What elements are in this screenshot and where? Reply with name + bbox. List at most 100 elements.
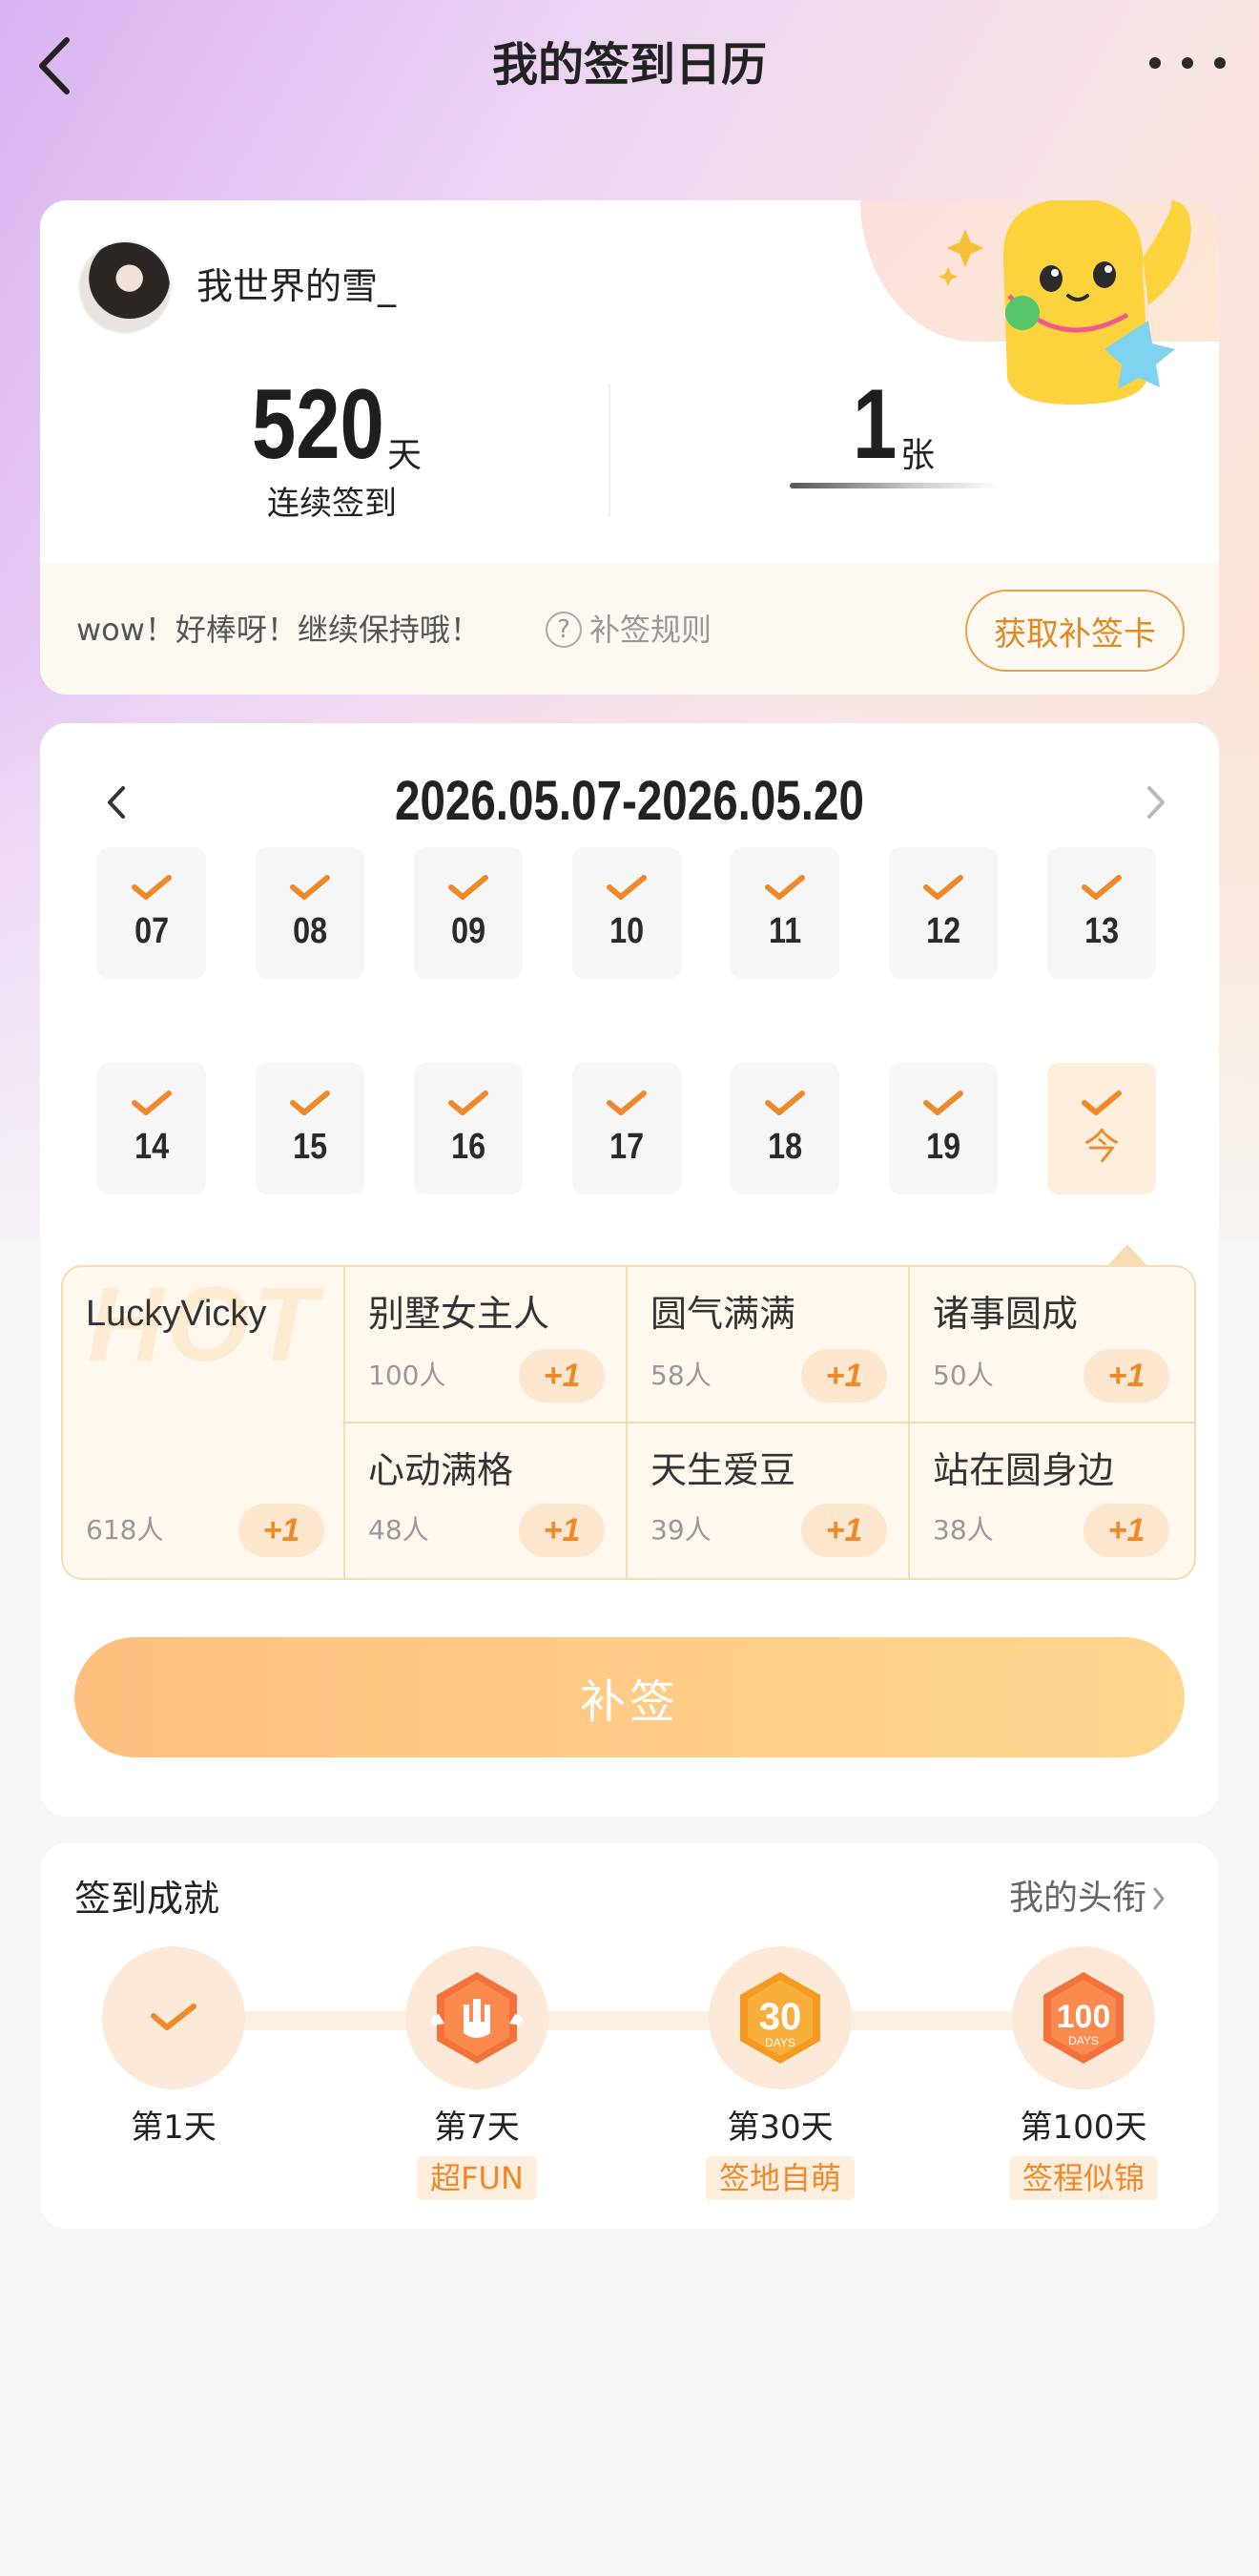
check-icon <box>607 1091 647 1115</box>
dot <box>1149 57 1161 69</box>
plus-one-button[interactable]: +1 <box>1084 1504 1169 1557</box>
plus-one-button[interactable]: +1 <box>238 1504 324 1557</box>
resign-button[interactable]: 补签 <box>74 1637 1185 1757</box>
title-option[interactable]: 诸事圆成 50人 +1 <box>910 1267 1194 1422</box>
title-option[interactable]: 心动满格 48人 +1 <box>345 1423 626 1578</box>
achievement-day-100[interactable]: 100 DAYS 第100天 签程似锦 <box>988 1946 1179 2200</box>
title-count: 39人 <box>650 1514 712 1546</box>
fun-hand-badge-icon <box>431 1972 523 2064</box>
achievement-badge <box>102 1946 245 2089</box>
title-name: 圆气满满 <box>650 1293 796 1335</box>
day-number: 14 <box>134 1127 169 1167</box>
day-cell[interactable]: 17 <box>572 1063 681 1195</box>
day-number: 19 <box>926 1127 960 1167</box>
achievement-day-7[interactable]: 第7天 超FUN <box>382 1946 572 2200</box>
title-option[interactable]: 别墅女主人 100人 +1 <box>345 1267 626 1422</box>
day-number: 16 <box>451 1127 485 1167</box>
achievement-day-1[interactable]: 第1天 <box>78 1946 269 2150</box>
check-icon <box>290 1091 330 1115</box>
day-cell[interactable]: 18 <box>731 1063 839 1195</box>
achievement-badge <box>405 1946 548 2089</box>
check-icon <box>765 1091 805 1115</box>
plus-one-button[interactable]: +1 <box>519 1349 605 1402</box>
cards-unit: 张 <box>900 436 936 475</box>
streak-label: 连续签到 <box>267 485 397 523</box>
achievement-badge: 30 DAYS <box>709 1946 852 2089</box>
achievement-tag: 签程似锦 <box>1008 2156 1158 2200</box>
check-icon <box>1082 875 1122 900</box>
streak-value: 520 <box>252 369 384 480</box>
day-cell[interactable]: 14 <box>97 1063 206 1195</box>
my-titles-link[interactable]: 我的头衔 <box>1009 1872 1166 1925</box>
title-option-featured[interactable]: LuckyVicky 618人 +1 <box>63 1267 343 1578</box>
next-week-button[interactable] <box>1127 769 1185 836</box>
cards-underline <box>790 483 1000 488</box>
day-number: 07 <box>134 911 169 951</box>
more-options-button[interactable] <box>1149 42 1226 84</box>
check-icon <box>290 875 330 900</box>
day-grid: 07 08 09 10 11 12 13 14 15 16 17 18 19 今 <box>97 847 1162 1195</box>
date-range-text: 2026.05.07-2026.05.20 <box>395 770 864 832</box>
check-icon <box>132 1091 172 1115</box>
title-count: 618人 <box>86 1514 164 1546</box>
title-name: 站在圆身边 <box>933 1449 1115 1491</box>
title-box-pointer <box>1106 1244 1148 1267</box>
achievement-day-label: 第100天 <box>1020 2109 1147 2147</box>
resign-rules-link[interactable]: ? 补签规则 <box>546 601 712 658</box>
day-number: 12 <box>926 911 960 951</box>
day-cell[interactable]: 09 <box>414 847 523 979</box>
achievements-title: 签到成就 <box>74 1878 220 1920</box>
achievement-day-label: 第30天 <box>727 2109 834 2147</box>
day-cell[interactable]: 07 <box>97 847 206 979</box>
plus-one-button[interactable]: +1 <box>801 1349 887 1402</box>
achievement-day-30[interactable]: 30 DAYS 第30天 签地自萌 <box>685 1946 876 2200</box>
check-icon <box>923 875 963 900</box>
day-number: 09 <box>451 911 485 951</box>
day-number: 10 <box>609 911 644 951</box>
badge-30-text: 30 <box>759 1996 802 2038</box>
day-cell[interactable]: 13 <box>1047 847 1156 979</box>
avatar[interactable] <box>78 240 172 334</box>
chevron-right-icon <box>1153 1887 1165 1910</box>
streak-stat: 520 天 <box>252 372 500 487</box>
plus-one-button[interactable]: +1 <box>519 1504 605 1557</box>
day-cell[interactable]: 16 <box>414 1063 523 1195</box>
plus-one-button[interactable]: +1 <box>1084 1349 1169 1402</box>
cards-value: 1 <box>853 369 898 480</box>
title-option[interactable]: 站在圆身边 38人 +1 <box>910 1423 1194 1578</box>
chevron-right-icon <box>1147 786 1165 819</box>
day-cell[interactable]: 15 <box>256 1063 364 1195</box>
title-name: 别墅女主人 <box>368 1293 550 1335</box>
day-cell[interactable]: 11 <box>731 847 839 979</box>
day-number: 17 <box>609 1127 644 1167</box>
achievement-tag: 签地自萌 <box>705 2156 855 2200</box>
day-cell[interactable]: 12 <box>889 847 998 979</box>
check-icon <box>765 875 805 900</box>
profile-card: 我世界的雪_ 520 天 连续签到 1 张 wow！好棒呀！继续保持哦！ ? 补… <box>40 200 1219 695</box>
check-icon <box>448 1091 488 1115</box>
day-cell-today[interactable]: 今 <box>1047 1063 1156 1195</box>
day-number: 11 <box>768 911 802 951</box>
title-count: 38人 <box>933 1514 994 1546</box>
date-range: 2026.05.07-2026.05.20 <box>40 763 1219 840</box>
check-icon <box>607 875 647 900</box>
dot <box>1214 57 1226 69</box>
get-resign-card-button[interactable]: 获取补签卡 <box>965 590 1185 672</box>
achievements-card: 签到成就 我的头衔 第1天 第7天 超FUN 30 DAYS 第30天 签地自萌… <box>40 1843 1219 2229</box>
achievement-track <box>145 2011 1118 2030</box>
plus-one-button[interactable]: +1 <box>801 1504 887 1557</box>
title-count: 100人 <box>368 1360 446 1391</box>
title-option[interactable]: 圆气满满 58人 +1 <box>628 1267 908 1422</box>
day-number: 08 <box>293 911 327 951</box>
check-icon <box>923 1091 963 1115</box>
day-cell[interactable]: 08 <box>256 847 364 979</box>
check-icon <box>448 875 488 900</box>
badge-30-days-text: DAYS <box>765 2036 795 2049</box>
day-cell[interactable]: 10 <box>572 847 681 979</box>
title-option[interactable]: 天生爱豆 39人 +1 <box>628 1423 908 1578</box>
title-count: 50人 <box>933 1360 994 1391</box>
achievement-tag: 超FUN <box>417 2156 537 2200</box>
question-icon: ? <box>546 612 582 648</box>
title-name: 心动满格 <box>368 1449 514 1491</box>
day-cell[interactable]: 19 <box>889 1063 998 1195</box>
